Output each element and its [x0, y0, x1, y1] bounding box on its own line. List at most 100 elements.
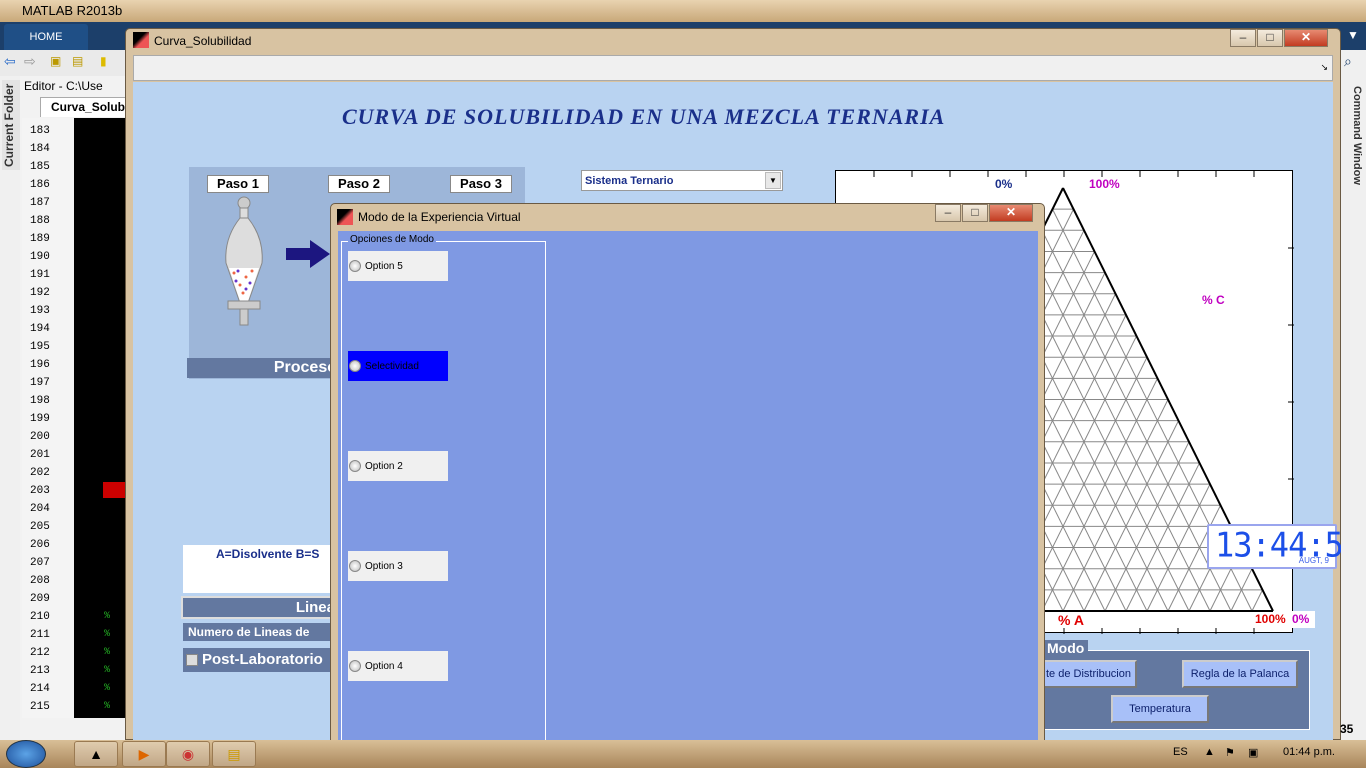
label-bottom-0: 0% — [1290, 611, 1316, 628]
radio-icon[interactable] — [349, 660, 361, 672]
grid-line — [1041, 378, 1158, 612]
line-number: 189 — [30, 233, 50, 245]
label-a: % A — [1058, 612, 1084, 628]
flag-icon[interactable]: ⚑ — [1225, 746, 1235, 759]
line-number: 214 — [30, 683, 50, 695]
close-button[interactable]: ✕ — [1284, 29, 1328, 47]
option-selectividad-radio[interactable]: Selectividad — [348, 351, 448, 381]
minimize-button[interactable]: – — [935, 204, 961, 222]
option-5-radio[interactable]: Option 5 — [348, 251, 448, 281]
network-icon[interactable]: ▣ — [1248, 746, 1258, 759]
checkbox-icon[interactable] — [186, 654, 198, 666]
grid-line — [1125, 462, 1200, 612]
comment-marker: % — [104, 683, 111, 694]
grid-line — [1251, 589, 1263, 612]
maximize-button[interactable]: □ — [962, 204, 988, 222]
tab-home[interactable]: HOME — [4, 24, 88, 50]
post-laboratorio-checkbox[interactable]: Post-Laboratorio — [183, 648, 343, 672]
maximize-button[interactable]: □ — [1257, 29, 1283, 47]
taskbar-matlab[interactable]: ▲ — [74, 741, 118, 767]
search-icon[interactable]: ⌕ — [1344, 53, 1352, 70]
label-c: % C — [1202, 293, 1225, 307]
line-number: 190 — [30, 251, 50, 263]
comment-marker: % — [104, 701, 111, 712]
browse-folder-icon[interactable]: ▤ — [72, 54, 83, 68]
option-4-radio[interactable]: Option 4 — [348, 651, 448, 681]
line-number: 184 — [30, 143, 50, 155]
group-label: Opciones de Modo — [348, 234, 436, 245]
line-number: 187 — [30, 197, 50, 209]
language-indicator[interactable]: ES — [1173, 746, 1188, 758]
option-3-radio[interactable]: Option 3 — [348, 551, 448, 581]
option-2-radio[interactable]: Option 2 — [348, 451, 448, 481]
taskbar-explorer[interactable]: ▤ — [212, 741, 256, 767]
lineas-button[interactable]: Linea — [181, 596, 341, 619]
line-number: 191 — [30, 269, 50, 281]
option-label: Selectividad — [365, 360, 419, 372]
line-number: 193 — [30, 305, 50, 317]
line-number: 196 — [30, 359, 50, 371]
start-button[interactable] — [6, 740, 46, 768]
line-number: 210 — [30, 611, 50, 623]
label-bottom-100: 100% — [1255, 612, 1286, 626]
proceso-bar: Proceso — [187, 358, 347, 378]
paso-2-button[interactable]: Paso 2 — [328, 175, 390, 193]
line-number: 206 — [30, 539, 50, 551]
line-number: 200 — [30, 431, 50, 443]
dock-icon[interactable]: ↘ — [1320, 62, 1328, 73]
radio-icon[interactable] — [349, 260, 361, 272]
select-value: Sistema Ternario — [585, 175, 674, 187]
code-area[interactable] — [74, 118, 130, 718]
editor-file-tab[interactable]: Curva_Solubil — [40, 97, 132, 117]
close-button[interactable]: ✕ — [989, 204, 1033, 222]
system-select[interactable]: Sistema Ternario ▼ — [581, 170, 783, 191]
comment-marker: % — [104, 611, 111, 622]
radio-icon[interactable] — [349, 460, 361, 472]
command-window-tab[interactable]: Command Window — [1345, 80, 1363, 190]
regla-palanca-button[interactable]: Regla de la Palanca — [1182, 660, 1298, 688]
taskbar-clock[interactable]: 01:44 p.m. — [1283, 746, 1335, 758]
temperatura-button[interactable]: Temperatura — [1111, 695, 1209, 723]
current-folder-tab[interactable]: Current Folder — [2, 80, 20, 170]
matlab-icon — [337, 209, 353, 225]
minimize-button[interactable]: – — [1230, 29, 1256, 47]
line-number: 205 — [30, 521, 50, 533]
taskbar-chrome[interactable]: ◉ — [166, 741, 210, 767]
figure-toolbar: ↘ — [133, 55, 1333, 81]
distribucion-button[interactable]: te de Distribucion — [1040, 660, 1137, 688]
line-number: 185 — [30, 161, 50, 173]
line-number: 207 — [30, 557, 50, 569]
matlab-icon — [133, 32, 149, 48]
chevron-down-icon[interactable]: ▼ — [765, 172, 781, 189]
line-number: 198 — [30, 395, 50, 407]
radio-icon[interactable] — [349, 360, 361, 372]
digital-clock: 13:44:59 AUGT, 9 — [1207, 524, 1362, 569]
line-number: 197 — [30, 377, 50, 389]
folder-up-icon[interactable]: ▣ — [50, 54, 61, 68]
line-number: 201 — [30, 449, 50, 461]
folder-icon[interactable]: ▮ — [100, 54, 107, 68]
comment-marker: % — [104, 665, 111, 676]
left-sidebar — [0, 76, 20, 740]
line-number: 212 — [30, 647, 50, 659]
option-label: Option 4 — [365, 660, 403, 672]
label-top-100: 100% — [1089, 177, 1120, 191]
line-number: 188 — [30, 215, 50, 227]
nav-toolbar: ⇦ ⇨ ▣ ▤ ▮ — [0, 50, 130, 76]
label-top-0: 0% — [995, 177, 1013, 191]
radio-icon[interactable] — [349, 560, 361, 572]
tray-expand-icon[interactable]: ▲ — [1204, 746, 1215, 758]
right-number: 35 — [1340, 722, 1354, 736]
breakpoint-marker — [103, 482, 125, 498]
option-label: Option 2 — [365, 460, 403, 472]
back-icon[interactable]: ⇦ — [4, 53, 16, 70]
page-title: CURVA DE SOLUBILIDAD EN UNA MEZCLA TERNA… — [342, 104, 946, 129]
line-number: 183 — [30, 125, 50, 137]
taskbar-media-player[interactable]: ▶ — [122, 741, 166, 767]
forward-icon[interactable]: ⇨ — [24, 53, 36, 70]
post-lab-label: Post-Laboratorio — [202, 651, 323, 668]
ribbon-collapse-icon[interactable]: ▼ — [1347, 28, 1359, 42]
paso-3-button[interactable]: Paso 3 — [450, 175, 512, 193]
paso-1-button[interactable]: Paso 1 — [207, 175, 269, 193]
os-title-bar: MATLAB R2013b — [0, 0, 1366, 22]
